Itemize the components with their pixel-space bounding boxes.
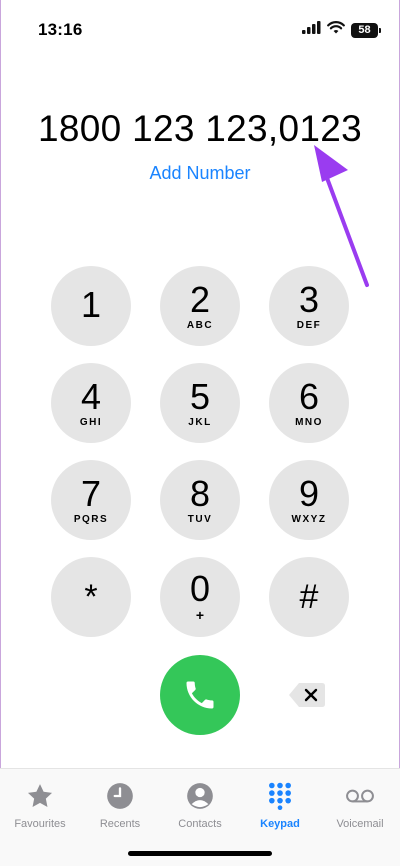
tab-favourites[interactable]: Favourites bbox=[0, 781, 80, 830]
key-9[interactable]: 9 WXYZ bbox=[269, 460, 349, 540]
star-icon bbox=[25, 781, 55, 811]
keypad-icon bbox=[265, 781, 295, 811]
key-digit: 5 bbox=[189, 375, 211, 417]
key-letters: PQRS bbox=[73, 513, 109, 525]
tab-contacts[interactable]: Contacts bbox=[160, 781, 240, 830]
key-letters: WXYZ bbox=[291, 513, 327, 525]
key-4[interactable]: 4 GHI bbox=[51, 363, 131, 443]
tab-label: Recents bbox=[99, 818, 141, 830]
key-digit: 2 bbox=[189, 278, 211, 320]
key-8[interactable]: 8 TUV bbox=[160, 460, 240, 540]
person-icon bbox=[185, 781, 215, 811]
key-letters: JKL bbox=[188, 416, 212, 428]
key-letters: ABC bbox=[186, 319, 214, 331]
delete-button[interactable] bbox=[287, 681, 327, 709]
cellular-signal-icon bbox=[302, 21, 321, 39]
status-bar: 13:16 58 bbox=[0, 0, 400, 60]
key-digit: 1 bbox=[80, 284, 102, 325]
call-button[interactable] bbox=[160, 655, 240, 735]
key-digit: 9 bbox=[298, 472, 320, 514]
key-letters: MNO bbox=[295, 416, 323, 428]
key-6[interactable]: 6 MNO bbox=[269, 363, 349, 443]
key-0[interactable]: 0 + bbox=[160, 557, 240, 637]
key-2[interactable]: 2 ABC bbox=[160, 266, 240, 346]
key-digit: 7 bbox=[80, 472, 102, 514]
key-letters: TUV bbox=[187, 513, 213, 525]
key-digit: # bbox=[299, 578, 319, 616]
home-indicator bbox=[128, 851, 272, 856]
key-1[interactable]: 1 bbox=[51, 266, 131, 346]
key-digit: 3 bbox=[298, 278, 320, 320]
key-5[interactable]: 5 JKL bbox=[160, 363, 240, 443]
clock-icon bbox=[105, 781, 135, 811]
key-digit: 8 bbox=[189, 472, 211, 514]
status-time: 13:16 bbox=[38, 20, 83, 39]
wifi-icon bbox=[327, 21, 345, 39]
key-hash[interactable]: # bbox=[269, 557, 349, 637]
voicemail-icon bbox=[345, 781, 375, 811]
key-digit: * bbox=[84, 578, 98, 616]
key-letters: GHI bbox=[79, 416, 103, 428]
tab-label: Favourites bbox=[14, 818, 66, 830]
tab-label: Contacts bbox=[178, 818, 222, 830]
tab-keypad[interactable]: Keypad bbox=[240, 781, 320, 830]
key-letters: + bbox=[195, 607, 205, 623]
tab-label: Voicemail bbox=[336, 818, 384, 830]
battery-icon: 58 bbox=[351, 22, 381, 38]
key-digit: 6 bbox=[298, 375, 320, 417]
key-letters: DEF bbox=[296, 319, 322, 331]
tab-recents[interactable]: Recents bbox=[80, 781, 160, 830]
status-indicators: 58 bbox=[302, 21, 381, 39]
key-digit: 4 bbox=[80, 375, 102, 417]
tab-label: Keypad bbox=[260, 818, 300, 830]
key-3[interactable]: 3 DEF bbox=[269, 266, 349, 346]
tab-voicemail[interactable]: Voicemail bbox=[320, 781, 400, 830]
phone-icon bbox=[186, 681, 214, 709]
key-digit: 0 bbox=[189, 568, 211, 609]
key-star[interactable]: * bbox=[51, 557, 131, 637]
key-7[interactable]: 7 PQRS bbox=[51, 460, 131, 540]
backspace-icon bbox=[289, 683, 325, 707]
